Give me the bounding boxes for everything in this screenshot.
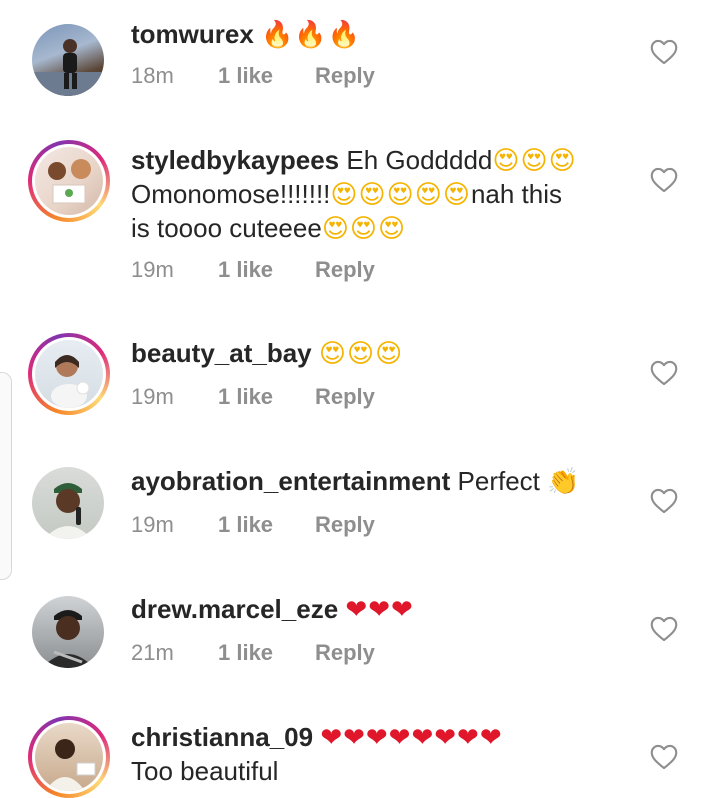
edge-panel-handle[interactable] xyxy=(0,372,12,580)
comment-username[interactable]: drew.marcel_eze xyxy=(131,594,338,624)
red-heart-emoji: ❤❤❤ xyxy=(345,595,414,625)
reply-button[interactable]: Reply xyxy=(315,510,375,540)
comment-text: drew.marcel_eze ❤❤❤ xyxy=(131,593,631,627)
heart-outline-icon[interactable] xyxy=(650,167,678,193)
heart-eyes-emoji: 😍😍😍 xyxy=(318,339,404,369)
avatar-photo xyxy=(42,610,94,668)
comment-likes[interactable]: 1 like xyxy=(218,382,273,412)
comment-likes[interactable]: 1 like xyxy=(218,638,273,668)
heart-outline-icon[interactable] xyxy=(650,744,678,770)
comment-body-line: Too beautiful xyxy=(131,756,279,786)
reply-button[interactable]: Reply xyxy=(315,255,375,285)
avatar-image xyxy=(35,340,103,408)
avatar-image xyxy=(32,596,104,668)
avatar-photo xyxy=(44,483,92,539)
fire-emoji: 🔥🔥🔥 xyxy=(261,20,362,50)
avatar-image xyxy=(32,467,104,539)
comment-body-line: nah this xyxy=(470,179,563,209)
comment-text: christianna_09 ❤❤❤❤❤❤❤❤ Too beautiful xyxy=(131,721,631,788)
comment-likes[interactable]: 1 like xyxy=(218,255,273,285)
avatar-image xyxy=(35,723,103,791)
comment-time: 19m xyxy=(131,512,174,537)
avatar[interactable] xyxy=(28,140,110,222)
avatar[interactable] xyxy=(28,333,110,415)
heart-outline-icon[interactable] xyxy=(650,39,678,65)
comment-time: 21m xyxy=(131,640,174,665)
avatar-photo xyxy=(32,39,104,96)
avatar-image xyxy=(35,147,103,215)
red-heart-emoji: ❤❤❤❤❤❤❤❤ xyxy=(320,723,503,753)
avatar[interactable] xyxy=(32,596,104,668)
comment-text: tomwurex 🔥🔥🔥 xyxy=(131,18,631,52)
avatar[interactable] xyxy=(32,24,104,96)
comment-time: 18m xyxy=(131,63,174,88)
avatar-photo xyxy=(45,739,96,791)
heart-eyes-emoji: 😍😍😍😍😍 xyxy=(330,180,471,210)
avatar-ring-gap xyxy=(32,337,106,411)
avatar-photo xyxy=(48,159,91,204)
heart-eyes-emoji: 😍😍😍 xyxy=(321,214,407,244)
avatar[interactable] xyxy=(28,716,110,798)
comment-text: styledbykaypees Eh Goddddd😍😍😍 Omonomose!… xyxy=(131,144,631,246)
avatar-image xyxy=(32,24,104,96)
comment-body: Perfect xyxy=(457,466,540,496)
comment-text: beauty_at_bay 😍😍😍 xyxy=(131,337,631,371)
avatar-ring-gap xyxy=(32,144,106,218)
comment-username[interactable]: styledbykaypees xyxy=(131,145,339,175)
comment-username[interactable]: ayobration_entertainment xyxy=(131,466,450,496)
comment-username[interactable]: tomwurex xyxy=(131,19,254,49)
heart-outline-icon[interactable] xyxy=(650,616,678,642)
reply-button[interactable]: Reply xyxy=(315,638,375,668)
comment-username[interactable]: christianna_09 xyxy=(131,722,313,752)
comment-likes[interactable]: 1 like xyxy=(218,510,273,540)
avatar[interactable] xyxy=(32,467,104,539)
comment-body: Eh Goddddd xyxy=(346,145,493,175)
comment-time: 19m xyxy=(131,257,174,282)
avatar-photo xyxy=(51,355,90,408)
comment-text: ayobration_entertainment Perfect 👏 xyxy=(131,465,631,499)
heart-outline-icon[interactable] xyxy=(650,360,678,386)
comment-likes[interactable]: 1 like xyxy=(218,61,273,91)
clapping-hands-emoji: 👏 xyxy=(547,467,581,497)
reply-button[interactable]: Reply xyxy=(315,382,375,412)
comment-username[interactable]: beauty_at_bay xyxy=(131,338,312,368)
comment-time: 19m xyxy=(131,384,174,409)
comment-body-line: is toooo cuteeee xyxy=(131,213,322,243)
comment-list: tomwurex 🔥🔥🔥 18m 1 like Reply styledbyka… xyxy=(0,0,720,798)
heart-outline-icon[interactable] xyxy=(650,488,678,514)
comment-body-line: Omonomose!!!!!!! xyxy=(131,179,331,209)
heart-eyes-emoji: 😍😍😍 xyxy=(492,146,577,176)
reply-button[interactable]: Reply xyxy=(315,61,375,91)
avatar-ring-gap xyxy=(32,720,106,794)
